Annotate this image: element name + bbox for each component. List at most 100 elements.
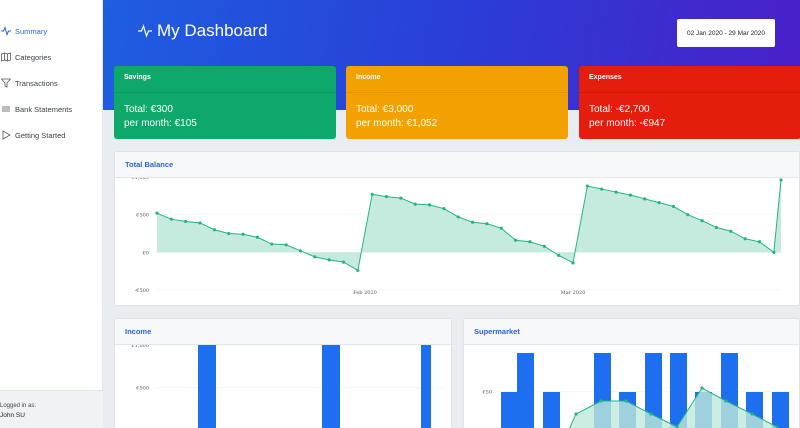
balance-point (356, 268, 360, 273)
balance-point (456, 215, 460, 219)
balance-point (427, 203, 432, 207)
balance-point (442, 207, 446, 211)
card-divider (346, 92, 568, 93)
sidebar-item-label: Transactions (15, 78, 58, 88)
card-title: Expenses (589, 74, 622, 81)
card-total: Total: €300 (124, 104, 173, 115)
supermarket-panel: Supermarket €150 €50 (463, 318, 800, 428)
savings-card: Savings Total: €300 per month: €105 (114, 66, 336, 139)
supermarket-point (574, 412, 578, 416)
balance-point (671, 204, 676, 208)
balance-point (686, 213, 690, 217)
sidebar-footer: Logged in as: John SU (0, 390, 103, 428)
balance-point (585, 184, 589, 188)
card-divider (114, 92, 336, 93)
balance-point (270, 242, 274, 246)
card-title: Savings (124, 74, 151, 81)
card-total: Total: €3,000 (356, 104, 414, 115)
card-per-month: per month: -€947 (589, 118, 666, 129)
income-bar (421, 345, 431, 428)
supermarket-bar (501, 392, 518, 428)
card-divider (579, 92, 800, 93)
balance-point (155, 211, 159, 215)
supermarket-bar (543, 392, 560, 428)
income-chart: €1,000 €500 (131, 343, 445, 428)
y-tick-label: €150 (478, 345, 492, 347)
y-tick-label: €1,000 (131, 345, 150, 349)
balance-point (370, 192, 374, 196)
balance-point (485, 222, 489, 226)
total-balance-panel: Total Balance €1,000 €500 €0 -€500 Feb 2020 M… (114, 151, 800, 306)
total-balance-chart: €1,000 €500 €0 -€500 Feb 2020 Mar 2020 (131, 175, 783, 296)
sidebar-item-label: Categories (15, 52, 52, 62)
y-tick-label: €500 (135, 213, 149, 219)
sidebar-item-categories[interactable]: Categories (0, 47, 103, 67)
sidebar-item-getting-started[interactable]: Getting Started (0, 125, 103, 145)
y-tick-label: €500 (135, 386, 149, 392)
card-per-month: per month: €1,052 (356, 118, 438, 129)
balance-point (241, 232, 245, 236)
supermarket-point (700, 386, 704, 390)
sidebar-item-summary[interactable]: Summary (0, 21, 103, 41)
activity-icon (1, 26, 11, 36)
sidebar-item-transactions[interactable]: Transactions (0, 73, 103, 93)
logged-in-label: Logged in as: (0, 403, 37, 409)
page-title-text: My Dashboard (157, 21, 268, 40)
balance-point (772, 250, 776, 254)
supermarket-point (624, 399, 628, 403)
balance-point (757, 240, 762, 244)
y-tick-label: -€500 (135, 288, 149, 294)
balance-point (384, 194, 389, 199)
sidebar-item-bank-statements[interactable]: Bank Statements (0, 99, 103, 119)
balance-point (628, 193, 632, 197)
balance-point (614, 190, 618, 194)
balance-point (600, 187, 604, 191)
filter-icon (1, 78, 11, 88)
map-icon (1, 52, 11, 62)
supermarket-chart: €150 €50 (478, 341, 794, 428)
supermarket-bar (517, 353, 534, 428)
card-total: Total: -€2,700 (589, 104, 650, 115)
supermarket-point (649, 412, 653, 416)
sidebar-item-label: Getting Started (15, 130, 66, 140)
y-tick-label: €0 (142, 250, 149, 256)
income-card: Income Total: €3,000 per month: €1,052 (346, 66, 568, 139)
balance-point (341, 260, 346, 264)
sidebar: Summary Categories Transactions Bank Sta… (0, 0, 103, 428)
balance-point (499, 226, 503, 230)
balance-point (743, 237, 747, 241)
sidebar-item-label: Summary (15, 26, 48, 36)
y-tick-label: €50 (481, 390, 492, 396)
balance-point (700, 219, 704, 223)
balance-point (779, 178, 783, 182)
x-tick-label: Mar 2020 (561, 290, 586, 296)
y-tick-label: €1,000 (131, 178, 150, 181)
balance-point (198, 221, 202, 225)
balance-point (542, 244, 546, 248)
expenses-card: Expenses Total: -€2,700 per month: -€947 (579, 66, 800, 139)
balance-point (399, 196, 403, 200)
card-title: Income (356, 74, 381, 81)
play-icon (1, 130, 11, 140)
balance-point (255, 235, 260, 239)
balance-point (729, 229, 733, 233)
panel-title: Supermarket (464, 319, 799, 345)
balance-point (514, 238, 518, 242)
balance-area (157, 180, 781, 271)
supermarket-bar (772, 392, 789, 428)
x-tick-label: Feb 2020 (353, 290, 377, 296)
date-range-picker[interactable]: 02 Jan 2020 - 29 Mar 2020 (677, 19, 775, 47)
income-panel: Income €1,000 €500 (114, 318, 452, 428)
balance-point (657, 201, 661, 205)
list-icon (1, 104, 11, 114)
supermarket-point (599, 399, 603, 403)
income-bar (198, 345, 216, 428)
balance-point (413, 202, 417, 206)
page-title: My Dashboard (138, 21, 268, 41)
balance-point (298, 249, 303, 253)
panel-title: Total Balance (115, 152, 799, 178)
balance-point (714, 225, 719, 230)
panel-title: Income (115, 319, 451, 345)
supermarket-point (724, 399, 728, 403)
balance-point (643, 197, 647, 201)
